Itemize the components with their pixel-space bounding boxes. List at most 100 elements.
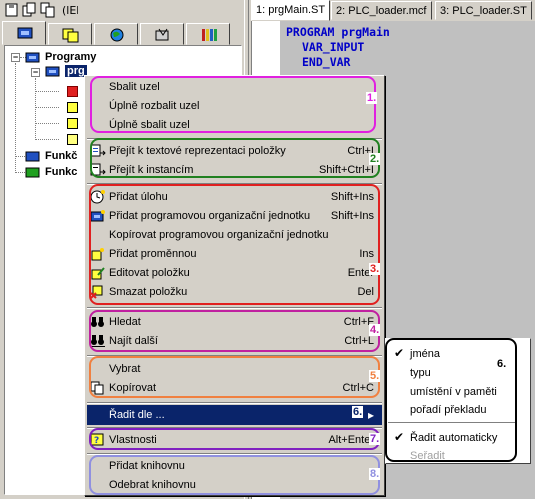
open-files-icon[interactable] (22, 2, 38, 18)
menu-label: Kopírovat programovou organizační jednot… (109, 229, 329, 241)
menu-separator (87, 138, 382, 140)
menu-label: Přidat proměnnou (109, 248, 197, 260)
menu-item-properties[interactable]: ? Vlastnosti Alt+Enter (87, 431, 382, 450)
submenu-item-memory[interactable]: umístění v paměti (388, 383, 516, 401)
program-icon (45, 65, 61, 82)
menu-label: Sbalit uzel (109, 81, 160, 93)
submenu-label: jména (410, 348, 440, 360)
tab-libraries[interactable] (186, 23, 230, 45)
group-number-3: 3. (369, 263, 381, 275)
menu-item-remove-library[interactable]: Odebrat knihovnu (87, 476, 382, 495)
tree-line (35, 123, 59, 124)
menu-item-find[interactable]: Hledat Ctrl+F (87, 313, 382, 332)
group-number-2: 2. (369, 153, 381, 165)
svg-text:?: ? (94, 436, 99, 446)
left-toolbar: (lEl (0, 0, 244, 20)
menu-shortcut: Alt+Enter (328, 434, 374, 446)
goto-instances-icon (90, 163, 106, 180)
tab-programs[interactable] (2, 21, 46, 45)
menu-item-collapse-node[interactable]: Sbalit uzel (87, 78, 382, 97)
menu-item-expand-all[interactable]: Úplně rozbalit uzel (87, 97, 382, 116)
tree-label-function-blocks: Funkc (45, 166, 78, 178)
group-number-5: 5. (369, 370, 381, 382)
menu-label: Vybrat (109, 363, 141, 375)
tab-plc-loader-mcf[interactable]: 2: PLC_loader.mcf (331, 1, 432, 20)
copy-icon[interactable] (40, 2, 56, 18)
submenu-separator (388, 422, 516, 424)
submenu-label: Seřadit (410, 450, 445, 462)
menu-item-goto-instances[interactable]: Přejít k instancím Shift+Ctrl+I (87, 161, 382, 180)
add-variable-icon (90, 247, 106, 264)
menu-label: Přejít k instancím (109, 164, 194, 176)
check-icon: ✔ (394, 430, 405, 444)
menu-label: Smazat položku (109, 286, 188, 298)
clock-icon (90, 190, 106, 207)
menu-item-add-task[interactable]: Přidat úlohu Shift+Ins (87, 188, 382, 207)
tree-line (35, 107, 59, 108)
submenu-arrow-icon: ▸ (367, 408, 374, 422)
menu-label: Přidat programovou organizační jednotku (109, 210, 311, 222)
delete-icon (90, 285, 106, 302)
menu-item-delete[interactable]: Smazat položku Del (87, 283, 382, 302)
save-icon[interactable] (4, 2, 20, 18)
collapse-icon[interactable]: − (31, 68, 40, 77)
menu-shortcut: Shift+Ctrl+I (318, 164, 374, 176)
code-line: VAR_INPUT (302, 40, 365, 54)
left-pane-tabs (2, 21, 242, 45)
menu-shortcut: Ctrl+C (342, 382, 374, 394)
menu-label: Řadit dle ... (109, 409, 165, 421)
menu-item-add-library[interactable]: Přidat knihovnu (87, 457, 382, 476)
menu-separator (87, 307, 382, 309)
menu-label: Úplně sbalit uzel (109, 119, 190, 131)
menu-item-copy-pou[interactable]: Kopírovat programovou organizační jednot… (87, 226, 382, 245)
tree-line (35, 91, 59, 92)
collapse-icon[interactable]: − (11, 53, 20, 62)
menu-label: Přejít k textové reprezentaci položky (109, 145, 286, 157)
tab-types[interactable] (140, 23, 184, 45)
submenu-label: umístění v paměti (410, 386, 497, 398)
group-number-1: 1. (366, 92, 378, 104)
group-number-7: 7. (369, 433, 381, 445)
menu-shortcut: Shift+Ins (330, 191, 374, 203)
submenu-item-compile-order[interactable]: pořadí překladu (388, 401, 516, 419)
menu-shortcut: Shift+Ins (330, 210, 374, 222)
svg-text:(lEl: (lEl (62, 4, 78, 17)
menu-item-collapse-all[interactable]: Úplně sbalit uzel (87, 116, 382, 135)
menu-shortcut: Del (357, 286, 374, 298)
edit-icon (90, 266, 106, 283)
menu-item-sort-by[interactable]: Řadit dle ... ▸ (87, 405, 382, 425)
binoculars-next-icon (90, 334, 106, 351)
group-number-6: 6. (496, 358, 508, 370)
submenu-label: Řadit automaticky (410, 432, 498, 444)
function-block-icon (25, 166, 41, 183)
submenu-item-auto-sort[interactable]: ✔ Řadit automaticky (388, 429, 516, 447)
menu-separator (87, 183, 382, 185)
menu-item-find-next[interactable]: Najít další Ctrl+L (87, 332, 382, 351)
menu-item-edit[interactable]: Editovat položku Enter (87, 264, 382, 283)
tree-label-functions: Funkč (45, 150, 78, 162)
input-var-icon (67, 86, 78, 97)
group-number-4: 4. (369, 324, 381, 336)
tab-files[interactable] (48, 23, 92, 45)
program-folder-icon (25, 51, 41, 68)
tab-plc-loader-st[interactable]: 3: PLC_loader.ST (435, 1, 532, 20)
library-icon[interactable]: (lEl (62, 2, 78, 18)
binoculars-icon (90, 315, 106, 332)
menu-item-add-pou[interactable]: Přidat programovou organizační jednotku … (87, 207, 382, 226)
menu-label: Najít další (109, 335, 158, 347)
tab-prgmain-st[interactable]: 1: prgMain.ST (251, 0, 331, 21)
group-number-8: 8. (369, 468, 381, 480)
goto-text-icon (90, 144, 106, 161)
tab-globals[interactable] (94, 23, 138, 45)
menu-label: Úplně rozbalit uzel (109, 100, 200, 112)
menu-separator (87, 402, 382, 404)
menu-item-copy[interactable]: Kopírovat Ctrl+C (87, 379, 382, 398)
menu-label: Vlastnosti (109, 434, 157, 446)
menu-item-add-variable[interactable]: Přidat proměnnou Ins (87, 245, 382, 264)
code-line: PROGRAM prgMain (286, 25, 390, 39)
menu-separator (87, 453, 382, 455)
menu-item-goto-text[interactable]: Přejít k textové reprezentaci položky Ct… (87, 142, 382, 161)
menu-label: Přidat knihovnu (109, 460, 185, 472)
menu-label: Přidat úlohu (109, 191, 168, 203)
menu-item-select[interactable]: Vybrat (87, 360, 382, 379)
